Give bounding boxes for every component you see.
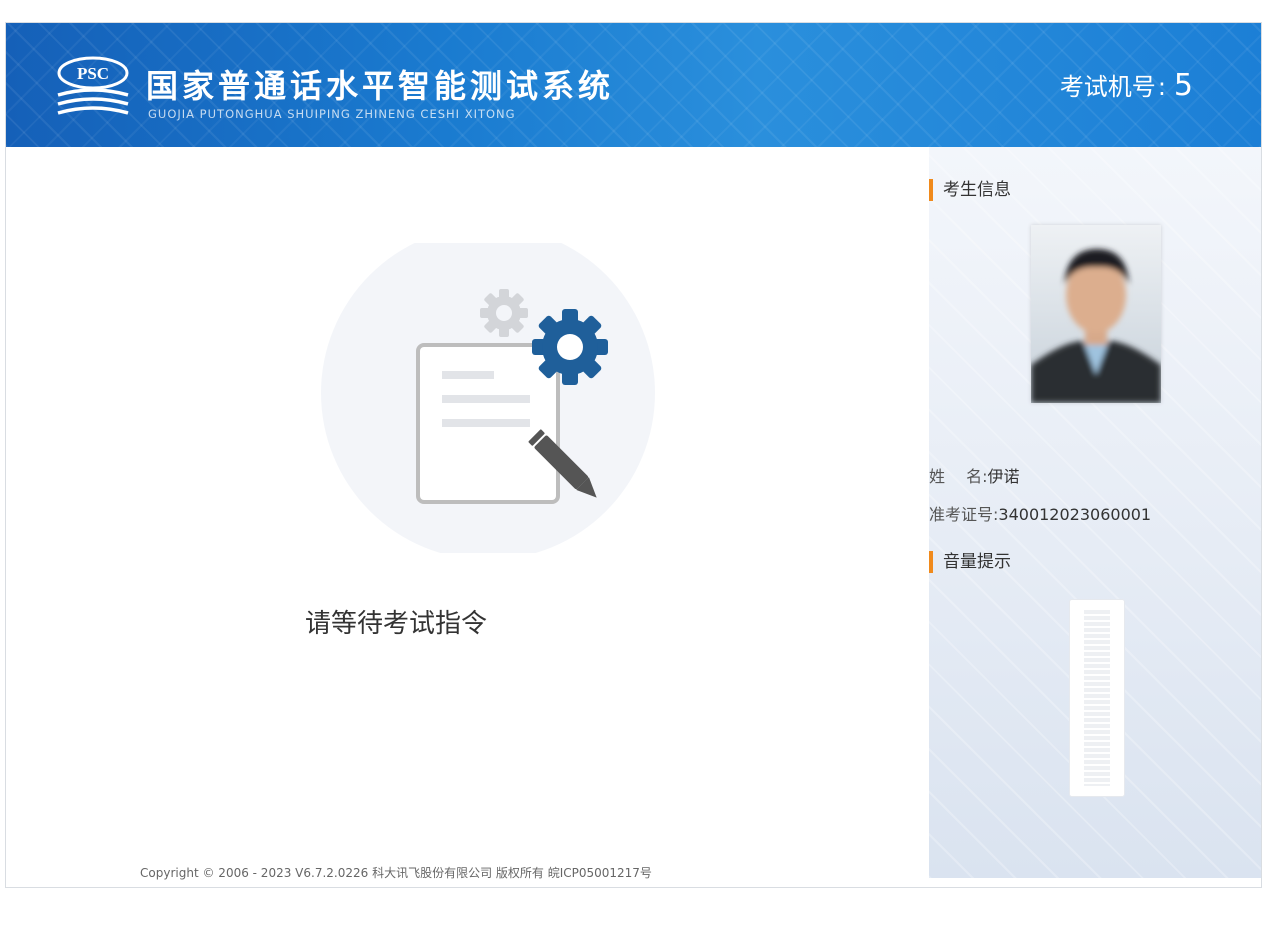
volume-meter (1069, 599, 1125, 797)
gear-icon (532, 309, 608, 385)
candidate-ticket-row: 准考证号:340012023060001 (929, 501, 1151, 525)
name-label: 姓 名 (929, 467, 983, 486)
candidate-info-title: 考生信息 (929, 179, 1011, 201)
candidate-name-row: 姓 名:伊诺 (929, 463, 1020, 487)
document-icon (416, 343, 560, 504)
volume-track (1084, 610, 1110, 786)
ticket-number: 340012023060001 (998, 505, 1152, 524)
machine-number-display: 考试机号: 5 (1060, 67, 1193, 103)
candidate-sidebar: 考生信息 姓 名:伊诺 准考证号:340012023060001 音量提示 (929, 147, 1261, 878)
main-panel: 请等待考试指令 Copyright © 2006 - 2023 V6.7.2.0… (6, 147, 929, 887)
header-bar: PSC 国家普通话水平智能测试系统 GUOJIA PUTONGHUA SHUIP… (6, 23, 1261, 147)
wait-message: 请等待考试指令 (304, 609, 487, 639)
app-title: 国家普通话水平智能测试系统 (146, 67, 615, 105)
ticket-label: 准考证号 (929, 505, 994, 524)
psc-logo-icon: PSC (57, 56, 129, 115)
svg-text:PSC: PSC (77, 64, 109, 83)
candidate-photo (1031, 225, 1161, 403)
app-subtitle: GUOJIA PUTONGHUA SHUIPING ZHINENG CESHI … (148, 107, 516, 121)
candidate-name: 伊诺 (987, 467, 1020, 486)
machine-number-label: 考试机号 (1059, 73, 1156, 101)
waiting-illustration (321, 243, 655, 553)
copyright-footer: Copyright © 2006 - 2023 V6.7.2.0226 科大讯飞… (140, 866, 652, 880)
machine-number-separator: : (1157, 73, 1166, 101)
machine-number-value: 5 (1173, 68, 1193, 103)
exam-window: PSC 国家普通话水平智能测试系统 GUOJIA PUTONGHUA SHUIP… (5, 22, 1262, 888)
gear-icon (480, 289, 528, 337)
volume-section-title: 音量提示 (929, 551, 1011, 573)
